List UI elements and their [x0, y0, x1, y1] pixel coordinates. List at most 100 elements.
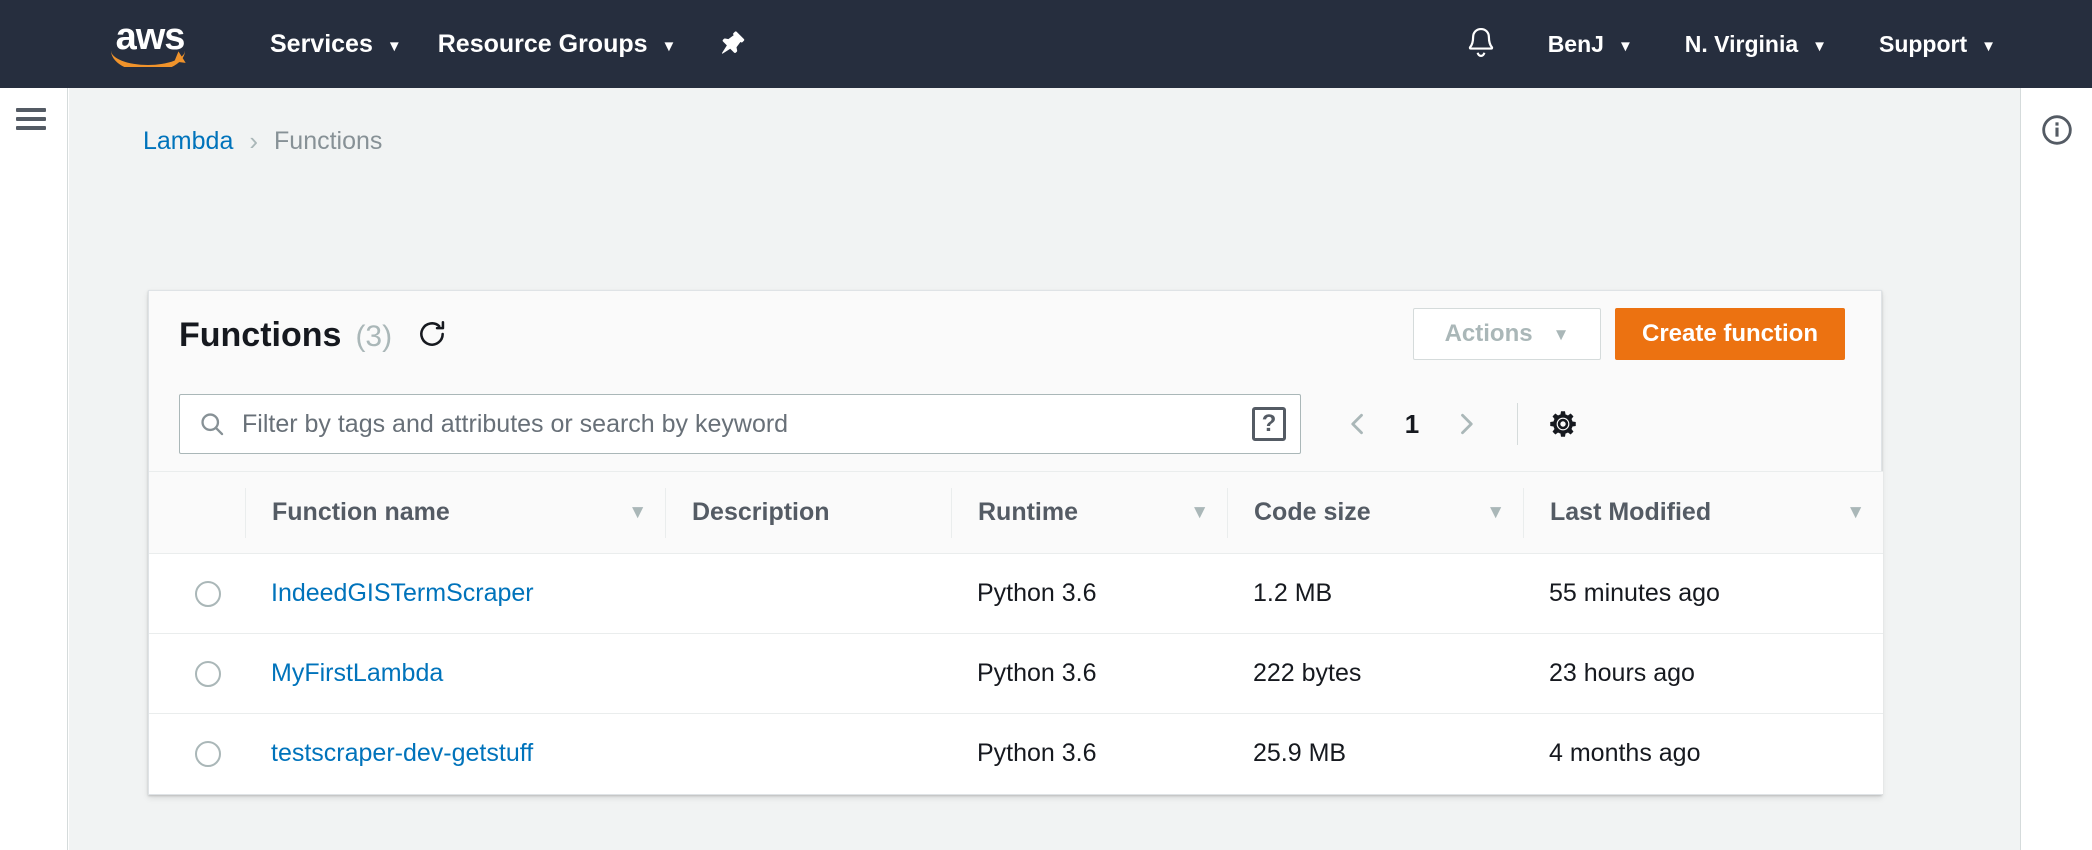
function-name-link[interactable]: MyFirstLambda — [271, 659, 443, 687]
cell-runtime: Python 3.6 — [951, 633, 1227, 714]
sort-descending-icon: ▼ — [1846, 501, 1865, 523]
nav-resource-groups-menu[interactable]: Resource Groups ▼ — [420, 0, 695, 88]
aws-logo[interactable]: aws — [104, 17, 196, 71]
column-modified-inner: Last Modified ▼ — [1523, 487, 1883, 538]
function-name-link[interactable]: testscraper-dev-getstuff — [271, 739, 533, 767]
cell-last-modified: 55 minutes ago — [1523, 553, 1883, 634]
column-select-inner — [149, 488, 245, 538]
aws-logo-smile — [111, 51, 189, 67]
hamburger-menu-icon[interactable] — [16, 108, 46, 130]
main-content-area: Lambda › Functions Functions (3) Actions… — [69, 88, 2020, 850]
filter-row: ? 1 — [149, 377, 1881, 471]
pagination-controls: 1 — [1335, 401, 1580, 447]
column-label-runtime: Runtime — [978, 498, 1078, 526]
nav-support-label: Support — [1878, 30, 1968, 57]
page-title: Functions — [179, 315, 342, 354]
page-number-1[interactable]: 1 — [1389, 409, 1435, 440]
pushpin-icon[interactable] — [694, 0, 768, 88]
table-row[interactable]: testscraper-dev-getstuff Python 3.6 25.9… — [149, 713, 1883, 794]
top-navigation-bar: aws Services ▼ Resource Groups ▼ BenJ ▼ — [0, 0, 2092, 88]
cell-function-name: testscraper-dev-getstuff — [245, 714, 665, 794]
column-label-description: Description — [692, 498, 830, 526]
chevron-down-icon: ▼ — [1981, 37, 1996, 55]
column-header-code-size[interactable]: Code size ▼ — [1227, 471, 1523, 554]
sort-descending-icon: ▼ — [1486, 501, 1505, 523]
chevron-down-icon: ▼ — [1552, 325, 1570, 344]
create-function-button[interactable]: Create function — [1614, 308, 1845, 360]
functions-title-group: Functions (3) — [179, 314, 448, 355]
info-circle-icon[interactable] — [2040, 113, 2074, 152]
sort-descending-icon: ▼ — [628, 501, 647, 523]
chevron-down-icon: ▼ — [661, 37, 677, 55]
pagination-divider — [1517, 403, 1518, 445]
cell-function-name: IndeedGISTermScraper — [245, 553, 665, 634]
chevron-down-icon: ▼ — [1617, 37, 1633, 55]
functions-card-header: Functions (3) Actions ▼ Create function — [149, 291, 1881, 377]
notifications-bell-icon[interactable] — [1440, 0, 1522, 88]
actions-button[interactable]: Actions ▼ — [1412, 308, 1601, 360]
search-input[interactable] — [226, 409, 1252, 439]
nav-services-label: Services — [270, 29, 373, 58]
cell-code-size: 1.2 MB — [1227, 553, 1523, 634]
chevron-down-icon: ▼ — [386, 37, 402, 55]
breadcrumb-separator-icon: › — [249, 126, 259, 156]
column-name-inner: Function name ▼ — [245, 487, 665, 538]
table-row[interactable]: IndeedGISTermScraper Python 3.6 1.2 MB 5… — [149, 553, 1883, 634]
row-radio-button[interactable] — [195, 580, 221, 607]
search-icon — [198, 410, 226, 438]
cell-code-size: 222 bytes — [1227, 633, 1523, 714]
hamburger-bar — [16, 108, 46, 112]
cell-last-modified: 23 hours ago — [1523, 633, 1883, 714]
left-sidebar-rail — [0, 88, 68, 850]
gear-icon[interactable] — [1546, 407, 1580, 441]
breadcrumb-item-functions: Functions — [274, 127, 383, 155]
cell-runtime: Python 3.6 — [977, 739, 1097, 768]
column-header-last-modified[interactable]: Last Modified ▼ — [1523, 471, 1883, 554]
search-box[interactable]: ? — [179, 394, 1301, 454]
nav-region-menu[interactable]: N. Virginia ▼ — [1659, 0, 1853, 88]
right-sidebar-rail — [2020, 88, 2092, 850]
breadcrumb-item-lambda[interactable]: Lambda — [143, 127, 233, 156]
functions-card: Functions (3) Actions ▼ Create function — [148, 290, 1883, 795]
row-radio-button[interactable] — [195, 740, 221, 767]
cell-description — [665, 553, 951, 634]
sort-descending-icon: ▼ — [1190, 501, 1209, 523]
column-header-function-name[interactable]: Function name ▼ — [245, 471, 665, 554]
table-header-row: Function name ▼ Description Runtime ▼ Co… — [149, 471, 1883, 554]
nav-right-group: BenJ ▼ N. Virginia ▼ Support ▼ — [1440, 0, 2092, 88]
table-row[interactable]: MyFirstLambda Python 3.6 222 bytes 23 ho… — [149, 633, 1883, 714]
breadcrumb: Lambda › Functions — [69, 88, 2020, 157]
cell-description — [665, 633, 951, 714]
nav-services-menu[interactable]: Services ▼ — [252, 0, 420, 88]
chevron-right-icon[interactable] — [1443, 401, 1489, 447]
refresh-icon[interactable] — [416, 318, 448, 355]
column-header-runtime[interactable]: Runtime ▼ — [951, 471, 1227, 554]
chevron-left-icon[interactable] — [1335, 401, 1381, 447]
functions-count: (3) — [355, 319, 393, 353]
column-desc-inner: Description — [665, 487, 951, 538]
column-codesize-inner: Code size ▼ — [1227, 487, 1523, 538]
hamburger-bar — [16, 117, 46, 121]
column-label-code-size: Code size — [1254, 498, 1371, 526]
functions-table: Function name ▼ Description Runtime ▼ Co… — [149, 471, 1883, 794]
cell-last-modified: 4 months ago — [1549, 739, 1701, 768]
nav-left-group: aws Services ▼ Resource Groups ▼ — [0, 0, 768, 88]
column-header-description[interactable]: Description — [665, 471, 951, 554]
card-header-actions: Actions ▼ Create function — [1412, 308, 1845, 360]
cell-select — [149, 553, 245, 634]
nav-resource-groups-label: Resource Groups — [437, 29, 648, 58]
cell-code-size: 25.9 MB — [1253, 739, 1347, 768]
search-help-button[interactable]: ? — [1252, 407, 1286, 441]
hamburger-bar — [16, 126, 46, 130]
aws-logo-text: aws — [115, 16, 186, 58]
functions-table-body: IndeedGISTermScraper Python 3.6 1.2 MB 5… — [149, 553, 1883, 794]
function-name-link[interactable]: IndeedGISTermScraper — [271, 579, 534, 607]
nav-region-label: N. Virginia — [1684, 30, 1799, 57]
actions-button-label: Actions — [1444, 320, 1533, 347]
cell-description — [665, 714, 951, 794]
row-radio-button[interactable] — [195, 660, 221, 687]
chevron-down-icon: ▼ — [1812, 37, 1827, 55]
nav-account-menu[interactable]: BenJ ▼ — [1522, 0, 1659, 88]
functions-table-header: Function name ▼ Description Runtime ▼ Co… — [149, 471, 1883, 554]
nav-support-menu[interactable]: Support ▼ — [1853, 0, 2022, 88]
